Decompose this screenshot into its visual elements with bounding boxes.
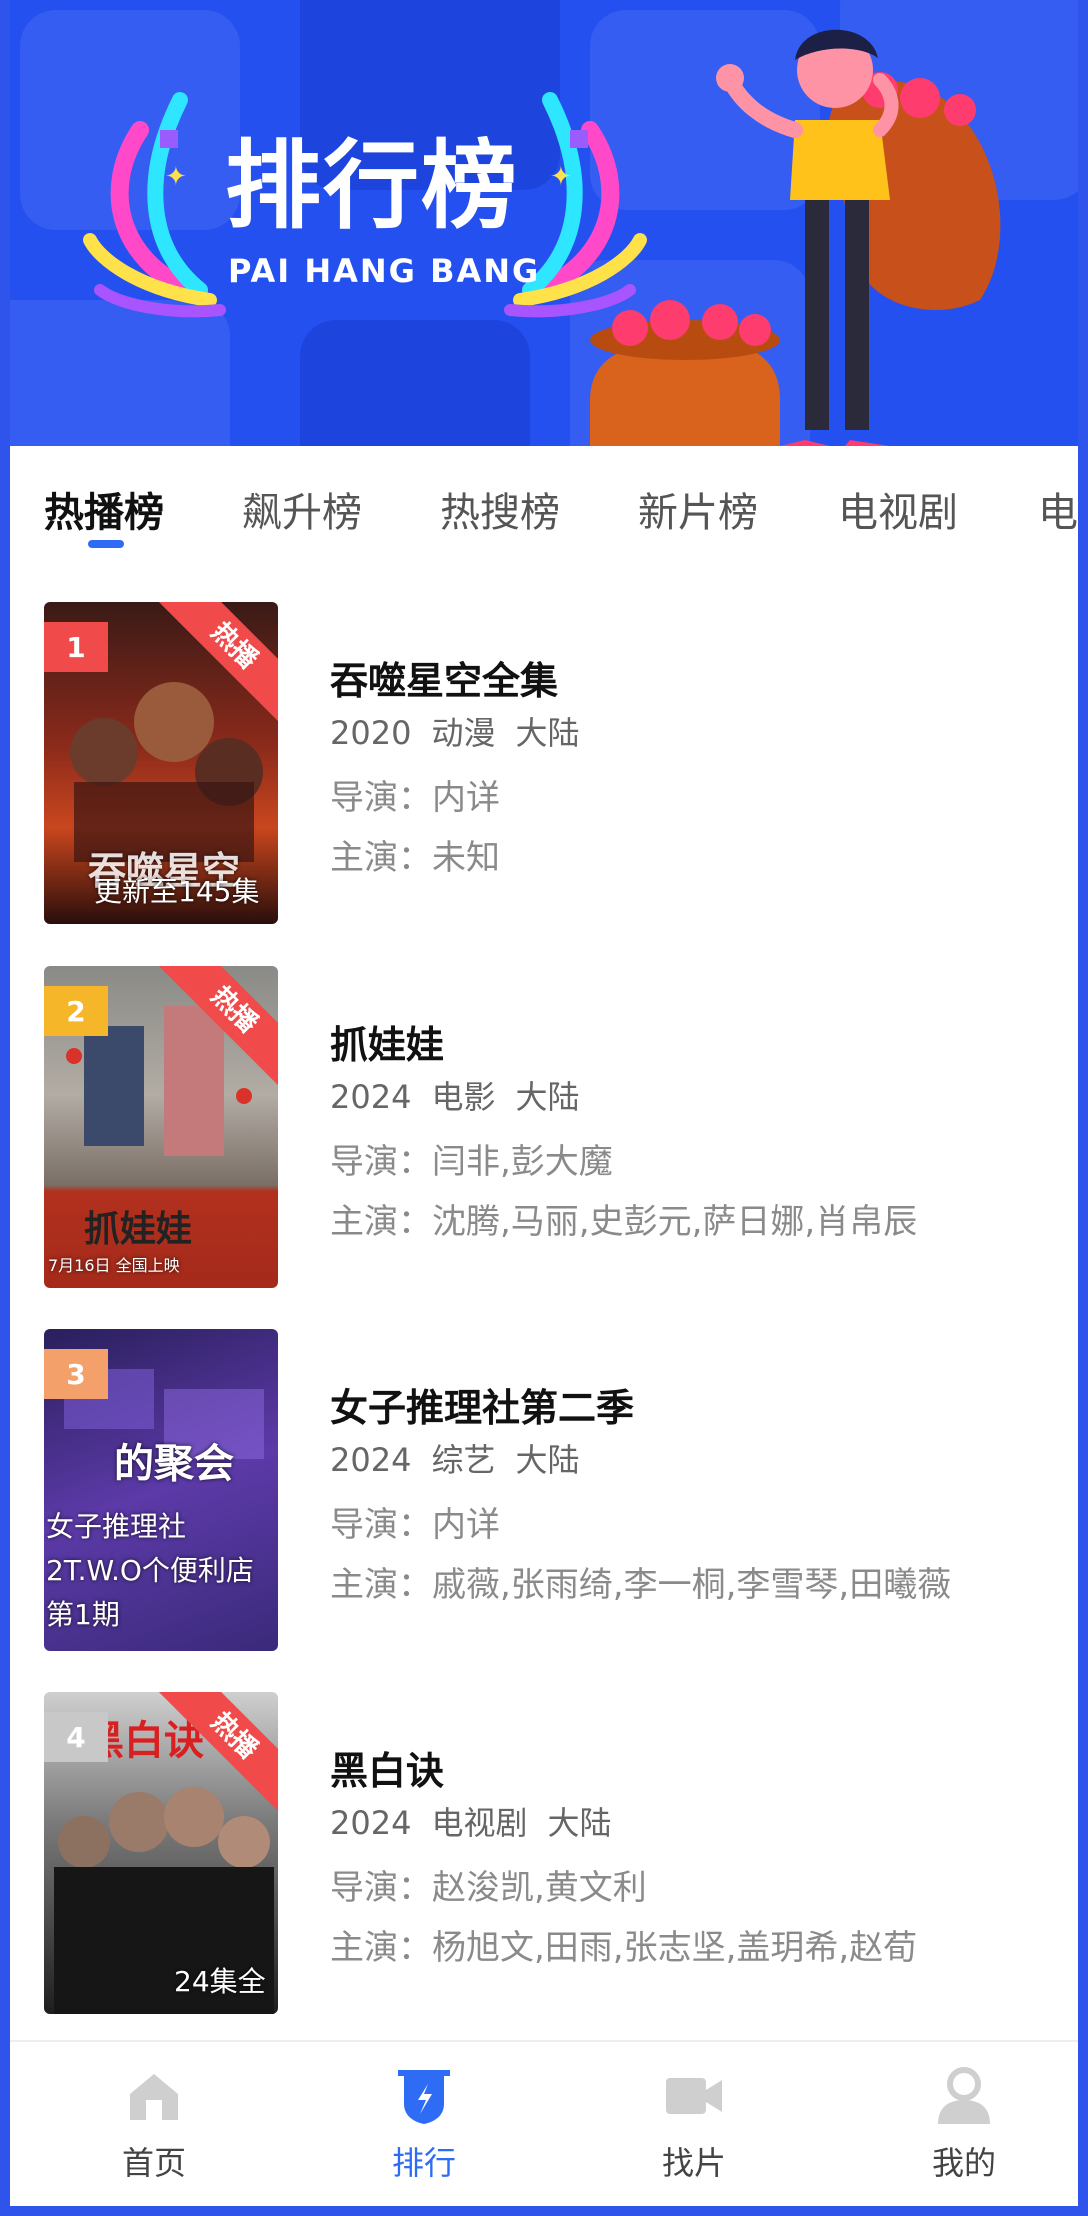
item-director: 导演：内详 [330, 778, 500, 818]
svg-text:✦: ✦ [165, 162, 187, 192]
list-item[interactable]: 吞噬星空 更新至145集 1 热播 吞噬星空全集 2020 动漫 大陆 导演：内详 … [44, 602, 1054, 924]
item-meta: 2024 电影 大陆 [330, 1078, 580, 1116]
banner-subtitle: PAI HANG BANG [228, 252, 541, 290]
item-director: 导演：内详 [330, 1505, 500, 1545]
nav-find-label: 找片 [661, 2144, 726, 2182]
poster-image: 黑白诀 24集全 4 热播 [44, 1692, 278, 2014]
item-meta: 2024 综艺 大陆 [330, 1441, 580, 1479]
rank-badge: 2 [44, 986, 108, 1036]
poster-caption-line-2: 2T.W.O个便利店 [46, 1554, 254, 1587]
nav-find[interactable]: 找片 [614, 2064, 774, 2184]
item-cast: 主演：杨旭文,田雨,张志坚,盖玥希,赵荀 [330, 1928, 918, 1968]
poster-image: 的聚会 女子推理社 2T.W.O个便利店 第1期 3 [44, 1329, 278, 1651]
list-item[interactable]: 的聚会 女子推理社 2T.W.O个便利店 第1期 3 女子推理社第二季 2024… [44, 1329, 1054, 1651]
list-item[interactable]: 抓娃娃 7月16日 全国上映 2 热播 抓娃娃 2024 电影 大陆 导演：闫非,彭… [44, 966, 1054, 1288]
nav-home-label: 首页 [121, 2144, 186, 2182]
item-cast: 主演：沈腾,马丽,史彭元,萨日娜,肖帛辰 [330, 1202, 918, 1242]
nav-ranking-label: 排行 [391, 2144, 456, 2182]
item-director: 导演：赵浚凯,黄文利 [330, 1868, 647, 1908]
character-illustration [590, 29, 1001, 446]
poster-title: 抓娃娃 [84, 1209, 193, 1250]
poster-caption: 7月16日 全国上映 [48, 1256, 180, 1275]
poster-title: 的聚会 [114, 1441, 234, 1487]
nav-home[interactable]: 首页 [74, 2064, 234, 2184]
tab-trending-search[interactable]: 热搜榜 [440, 480, 560, 538]
item-cast: 主演：未知 [330, 838, 500, 878]
tab-partial[interactable]: 电 [1038, 480, 1078, 538]
poster-image: 吞噬星空 更新至145集 1 热播 [44, 602, 278, 924]
nav-ranking[interactable]: 排行 [344, 2064, 504, 2184]
ranking-tabs: 热播榜 飙升榜 热搜榜 新片榜 电视剧 电 [10, 446, 1078, 566]
item-cast: 主演：戚薇,张雨绮,李一桐,李雪琴,田曦薇 [330, 1565, 952, 1605]
poster-caption: 更新至145集 [94, 875, 260, 908]
svg-text:✦: ✦ [550, 162, 572, 192]
item-title[interactable]: 抓娃娃 [330, 1014, 444, 1069]
video-camera-icon [666, 2078, 722, 2114]
tab-tv-series[interactable]: 电视剧 [838, 480, 958, 538]
item-meta: 2024 电视剧 大陆 [330, 1804, 612, 1842]
active-tab-indicator [88, 540, 124, 548]
rank-badge: 3 [44, 1349, 108, 1399]
tab-new[interactable]: 新片榜 [638, 480, 758, 538]
ranking-banner: ✦ ✦ 排行榜 PAI HANG BANG [10, 0, 1078, 446]
tab-hot[interactable]: 热播榜 [44, 480, 164, 538]
app-screen: ✦ ✦ 排行榜 PAI HANG BANG 热播榜 飙升榜 热搜榜 新片榜 电视… [0, 0, 1088, 2216]
tab-rising[interactable]: 飙升榜 [242, 480, 362, 538]
poster-image: 抓娃娃 7月16日 全国上映 2 热播 [44, 966, 278, 1288]
nav-me-label: 我的 [931, 2144, 996, 2182]
list-item[interactable]: 黑白诀 24集全 4 热播 黑白诀 2024 电视剧 大陆 导演：赵浚凯,黄文利 主… [44, 1692, 1054, 2014]
item-meta: 2020 动漫 大陆 [330, 714, 580, 752]
ranking-icon [398, 2070, 450, 2124]
item-title[interactable]: 女子推理社第二季 [330, 1377, 634, 1432]
item-title[interactable]: 黑白诀 [330, 1740, 444, 1795]
home-icon [130, 2074, 178, 2120]
poster-caption-line-3: 第1期 [46, 1598, 120, 1631]
banner-title: 排行榜 [225, 130, 519, 242]
bottom-navigation: 首页 排行 找片 我的 [10, 2040, 1078, 2206]
rank-badge: 4 [44, 1712, 108, 1762]
rank-badge: 1 [44, 622, 108, 672]
nav-me[interactable]: 我的 [884, 2064, 1044, 2184]
poster-caption-line-1: 女子推理社 [46, 1510, 187, 1543]
user-icon [938, 2067, 990, 2124]
poster-caption: 24集全 [174, 1965, 266, 1998]
item-director: 导演：闫非,彭大魔 [330, 1142, 613, 1182]
item-title[interactable]: 吞噬星空全集 [330, 650, 558, 705]
